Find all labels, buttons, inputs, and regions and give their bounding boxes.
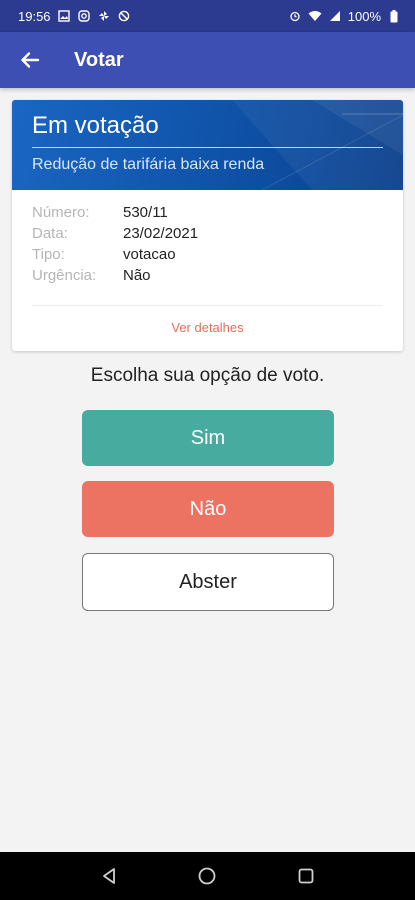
page-title: Votar bbox=[74, 48, 124, 71]
signal-icon bbox=[328, 9, 342, 23]
info-row-data: Data: 23/02/2021 bbox=[32, 223, 383, 244]
card-status-title: Em votação bbox=[32, 112, 383, 148]
vote-no-button[interactable]: Não bbox=[82, 481, 334, 537]
info-label: Data: bbox=[32, 225, 68, 242]
system-nav-bar bbox=[0, 852, 415, 900]
status-bar: 19:56 100% bbox=[0, 0, 415, 32]
image-icon bbox=[57, 9, 71, 23]
pinwheel-icon bbox=[97, 9, 111, 23]
info-row-numero: Número: 530/11 bbox=[32, 202, 383, 223]
back-triangle-icon[interactable] bbox=[89, 856, 129, 896]
details-link[interactable]: Ver detalhes bbox=[32, 320, 383, 335]
vote-yes-button[interactable]: Sim bbox=[82, 410, 334, 466]
alarm-icon bbox=[288, 9, 302, 23]
info-row-urgencia: Urgência: Não bbox=[32, 265, 383, 286]
card-body: Número: 530/11 Data: 23/02/2021 Tipo: vo… bbox=[12, 190, 403, 335]
info-row-tipo: Tipo: votacao bbox=[32, 244, 383, 265]
home-circle-icon[interactable] bbox=[187, 856, 227, 896]
battery-icon bbox=[387, 9, 401, 23]
status-time: 19:56 bbox=[18, 8, 51, 24]
info-value: Não bbox=[123, 267, 151, 284]
abstain-button[interactable]: Abster bbox=[82, 553, 334, 611]
card-header: Em votação Redução de tarifária baixa re… bbox=[12, 100, 403, 190]
status-right: 100% bbox=[288, 9, 401, 24]
back-arrow-icon[interactable] bbox=[16, 46, 44, 74]
battery-percent: 100% bbox=[347, 8, 381, 24]
info-value: 530/11 bbox=[123, 204, 168, 221]
info-label: Urgência: bbox=[32, 267, 97, 284]
info-value: 23/02/2021 bbox=[123, 225, 199, 242]
app-bar: Votar bbox=[0, 32, 415, 88]
info-label: Tipo: bbox=[32, 246, 65, 263]
card-subtitle: Redução de tarifária baixa renda bbox=[32, 156, 265, 173]
info-value: votacao bbox=[123, 246, 176, 263]
instagram-icon bbox=[77, 9, 91, 23]
info-label: Número: bbox=[32, 204, 90, 221]
card-divider bbox=[32, 305, 383, 306]
no-sync-icon bbox=[117, 9, 131, 23]
wifi-icon bbox=[308, 9, 322, 23]
vote-prompt: Escolha sua opção de voto. bbox=[90, 365, 325, 386]
vote-item-card: Em votação Redução de tarifária baixa re… bbox=[12, 100, 403, 351]
recents-square-icon[interactable] bbox=[286, 856, 326, 896]
status-left: 19:56 bbox=[18, 9, 131, 24]
